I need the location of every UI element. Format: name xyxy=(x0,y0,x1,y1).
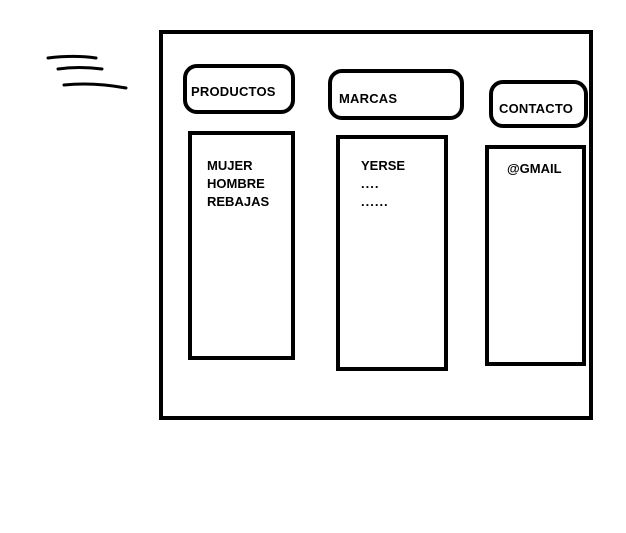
contacto-panel: @GMAIL xyxy=(485,145,586,366)
tab-productos[interactable]: PRODUCTOS xyxy=(183,64,295,114)
tab-productos-label: PRODUCTOS xyxy=(191,84,276,99)
marcas-item-placeholder: ...... xyxy=(361,194,389,209)
tab-marcas[interactable]: MARCAS xyxy=(328,69,464,120)
marcas-item-yerse[interactable]: YERSE xyxy=(361,157,405,175)
productos-item-hombre[interactable]: HOMBRE xyxy=(207,175,269,193)
marcas-panel: YERSE .... ...... xyxy=(336,135,448,371)
hamburger-menu-icon[interactable] xyxy=(44,52,130,94)
contacto-list: @GMAIL xyxy=(507,160,562,178)
tab-contacto[interactable]: CONTACTO xyxy=(489,80,588,128)
tab-marcas-label: MARCAS xyxy=(339,91,398,106)
productos-panel: MUJER HOMBRE REBAJAS xyxy=(188,131,295,360)
contacto-item-email[interactable]: @GMAIL xyxy=(507,160,562,178)
tab-contacto-label: CONTACTO xyxy=(499,101,574,116)
marcas-list: YERSE .... ...... xyxy=(361,157,405,211)
productos-item-mujer[interactable]: MUJER xyxy=(207,157,269,175)
marcas-item-placeholder: .... xyxy=(361,176,380,191)
productos-item-rebajas[interactable]: REBAJAS xyxy=(207,193,269,211)
productos-list: MUJER HOMBRE REBAJAS xyxy=(207,157,269,211)
